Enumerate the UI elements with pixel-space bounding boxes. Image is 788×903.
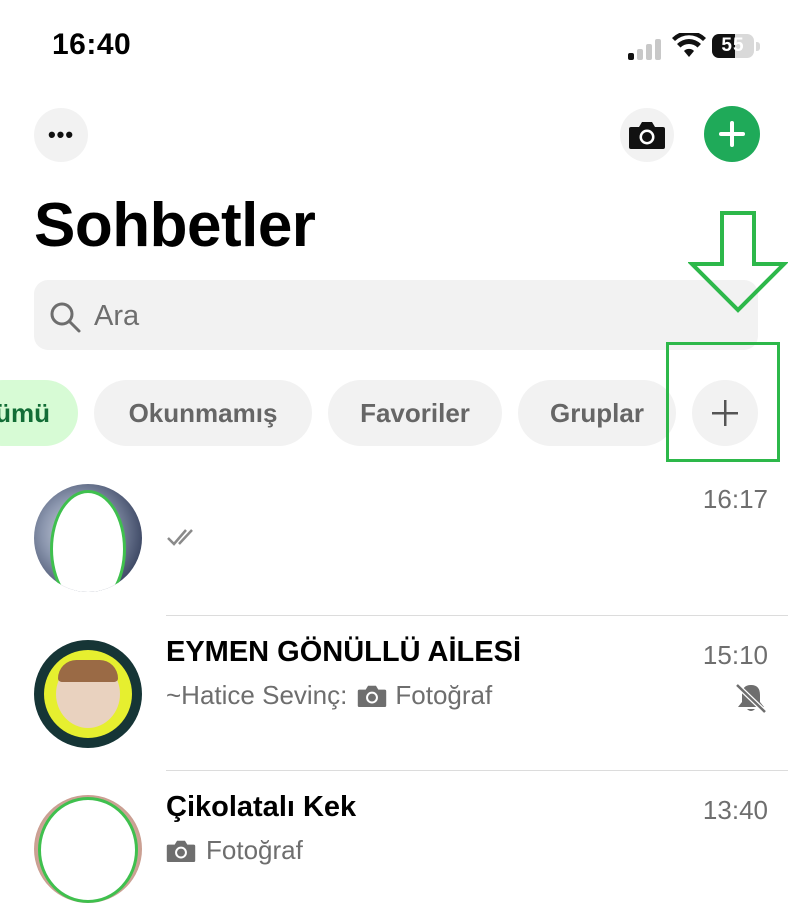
chat-preview: ~Hatice Sevinç: Fotoğraf bbox=[166, 680, 492, 711]
muted-bell-icon bbox=[735, 683, 767, 714]
filter-chip-label: Okunmamış bbox=[128, 397, 278, 428]
chat-name: EYMEN GÖNÜLLÜ AİLESİ bbox=[166, 636, 521, 668]
camera-button[interactable] bbox=[620, 108, 674, 162]
filter-chip-groups[interactable]: Gruplar bbox=[518, 380, 676, 446]
filter-chip-unread[interactable]: Okunmamış bbox=[94, 380, 312, 446]
battery-level: 55 bbox=[721, 35, 745, 56]
filter-chip-all[interactable]: ümü bbox=[0, 380, 78, 446]
search-icon bbox=[50, 302, 81, 333]
chat-preview: Fotoğraf bbox=[166, 835, 303, 866]
double-check-icon bbox=[167, 529, 193, 546]
chat-preview-text: Fotoğraf bbox=[206, 835, 303, 865]
chat-time: 16:17 bbox=[702, 484, 768, 514]
chat-preview bbox=[166, 526, 200, 548]
chat-row[interactable]: Çikolatalı Kek 13:40 Fotoğraf bbox=[0, 771, 788, 903]
chat-time: 15:10 bbox=[702, 640, 768, 670]
group-avatar bbox=[34, 640, 142, 748]
search-bar[interactable] bbox=[34, 280, 758, 350]
chat-time: 13:40 bbox=[702, 795, 768, 825]
chat-sender: ~Hatice Sevinç: bbox=[166, 680, 348, 710]
chat-row[interactable]: EYMEN GÖNÜLLÜ AİLESİ 15:10 ~Hatice Sevin… bbox=[0, 616, 788, 770]
plus-icon bbox=[719, 121, 745, 147]
wifi-icon bbox=[672, 30, 706, 64]
chat-name: Çikolatalı Kek bbox=[166, 791, 357, 823]
page-title: Sohbetler bbox=[34, 191, 316, 260]
filter-chip-label: Gruplar bbox=[550, 397, 644, 428]
camera-icon bbox=[166, 840, 196, 862]
filter-chip-favorites[interactable]: Favoriler bbox=[328, 380, 502, 446]
avatar bbox=[34, 795, 142, 903]
cellular-signal-icon bbox=[628, 38, 664, 60]
camera-icon bbox=[358, 685, 387, 707]
avatar bbox=[34, 484, 142, 592]
filter-chip-label: ümü bbox=[0, 397, 50, 428]
battery-icon: 55 bbox=[712, 34, 762, 60]
filter-chip-label: Favoriler bbox=[360, 397, 470, 428]
chat-preview-text: Fotoğraf bbox=[395, 680, 493, 710]
status-time: 16:40 bbox=[52, 28, 132, 61]
annotation-highlight-box bbox=[666, 342, 780, 462]
more-options-button[interactable]: ••• bbox=[34, 108, 88, 162]
new-chat-button[interactable] bbox=[704, 106, 760, 162]
camera-icon bbox=[629, 122, 665, 149]
annotation-arrow bbox=[688, 211, 788, 313]
ellipsis-icon: ••• bbox=[47, 122, 75, 147]
chat-row[interactable]: 16:17 bbox=[0, 470, 788, 616]
search-input[interactable] bbox=[92, 292, 736, 340]
